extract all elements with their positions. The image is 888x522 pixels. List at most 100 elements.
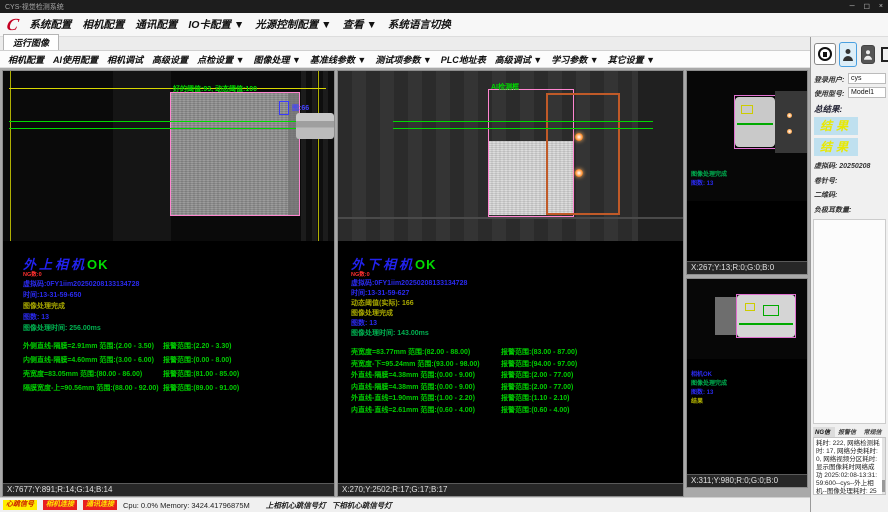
camera-panel-thumb-bottom: 相机OK 图像处理完成 图数: 13 结果 X:311;Y:980;R:0;G:… [686, 278, 808, 488]
exit-button[interactable] [878, 43, 888, 66]
tool-image-processing[interactable]: 图像处理 ▼ [253, 53, 300, 66]
menu-camera-config[interactable]: 相机配置 [82, 17, 124, 32]
tab-strip: 运行图像 [0, 37, 810, 51]
titlebar: CYS-视觉检测系统 ─ ☐ × [0, 0, 888, 13]
camera-image-lower-outer[interactable]: AI检测框 [338, 71, 683, 241]
baseline-green [393, 128, 653, 129]
process-done-line: 图像处理完成 [351, 309, 676, 319]
measurement-value: 隔膜宽度-上=90.56mm 范围:(88.00 - 92.00) [23, 383, 163, 397]
close-icon[interactable]: × [879, 3, 883, 11]
camera-result: OK [87, 257, 109, 272]
gap-marker-box [279, 101, 289, 115]
measurement-value: 外直线-隔膜=4.38mm 范围:(0.00 - 9.00) [351, 370, 501, 382]
measurement-row: 外侧直线-隔膜=2.91mm 范围:(2.00 - 3.50)报警范围:(2.2… [23, 341, 328, 355]
measurement-row: 外直线-直线=1.90mm 范围:(1.00 - 2.20)报警范围:(1.10… [351, 393, 676, 405]
camera-name: 外上相机 [23, 257, 87, 272]
detect-box-orange [546, 93, 620, 215]
exit-door-icon [881, 47, 888, 62]
tool-baseline-params[interactable]: 基准线参数 ▼ [310, 53, 366, 66]
measurement-alarm: 报警范围:(1.10 - 2.10) [501, 393, 569, 405]
window-title: CYS-视觉检测系统 [5, 2, 64, 12]
roi-box-yellow [745, 303, 755, 311]
log-scrollbar-thumb[interactable] [882, 480, 885, 492]
pixel-coords-readout: X:311;Y:980;R:0;G:0;B:0 [687, 474, 807, 487]
camera-connect-badge: 相机连接 [43, 500, 77, 510]
login-user-field[interactable]: cys [848, 73, 886, 84]
thumb-line: 图像处理完成 [691, 380, 727, 389]
time-line: 时间:13-31-59-650 [23, 290, 328, 301]
gap-marker-label: 图:66 [292, 103, 309, 113]
time-line: 时间:13-31-59-627 [351, 289, 676, 299]
heartbeat-badge: 心跳信号 [3, 500, 37, 510]
app-logo-icon: C [5, 16, 20, 33]
upper-camera-heartbeat-lamp: 上相机心跳信号灯 [266, 500, 326, 511]
camera-panel-upper-outer: 好的阈值:93, 动态阈值:100 图:66 外上相机OK NG数:0 虚拟码:… [2, 70, 335, 497]
ng-note: NG数:0 [351, 272, 676, 279]
tool-ai-use-config[interactable]: AI使用配置 [53, 53, 98, 66]
measurement-value: 内直线-直线=2.61mm 范围:(0.60 - 4.00) [351, 405, 501, 417]
menu-language-switch[interactable]: 系统语言切换 [388, 17, 451, 32]
measurement-alarm: 报警范围:(94.00 - 97.00) [501, 359, 577, 371]
barcode-line: 虚拟码:0FY1iim20250208133134728 [351, 279, 676, 289]
menu-light-config[interactable]: 光源控制配置 ▼ [255, 17, 331, 32]
tool-learning-params[interactable]: 学习参数 ▼ [551, 53, 598, 66]
pause-icon [818, 47, 832, 61]
measurement-alarm: 报警范围:(81.00 - 85.00) [163, 369, 239, 383]
user-icon [843, 49, 853, 61]
tool-advanced-settings[interactable]: 高级设置 [152, 53, 188, 66]
maximize-icon[interactable]: ☐ [864, 3, 870, 11]
camera-title: 外下相机OK [351, 257, 676, 272]
menu-view[interactable]: 查看 ▼ [343, 17, 377, 32]
tool-other-settings[interactable]: 其它设置 ▼ [608, 53, 655, 66]
roi-line-yellow [318, 71, 319, 241]
highlight-dot [575, 169, 583, 177]
winding-pin-label: 卷针号: [814, 176, 837, 186]
tab-run-image[interactable]: 运行图像 [3, 34, 59, 50]
measurement-value: 外侧直线-隔膜=2.91mm 范围:(2.00 - 3.50) [23, 341, 163, 355]
camera-name: 外下相机 [351, 257, 415, 272]
pause-button[interactable] [814, 43, 836, 65]
thumb-line: 结果 [691, 398, 727, 407]
baseline-green [739, 323, 793, 325]
user-mode-button[interactable] [839, 42, 857, 67]
measurement-row: 壳宽度=83.05mm 范围:(80.00 - 86.00)报警范围:(81.0… [23, 369, 328, 383]
tool-camera-debug[interactable]: 相机调试 [107, 53, 143, 66]
menu-io-config[interactable]: IO卡配置 ▼ [188, 17, 244, 32]
menubar: C 系统配置 相机配置 通讯配置 IO卡配置 ▼ 光源控制配置 ▼ 查看 ▼ 系… [0, 13, 888, 37]
cpu-memory-readout: Cpu: 0.0% Memory: 3424.41796875M [123, 501, 250, 510]
result-box-1: 结果 [814, 117, 858, 135]
log-output[interactable]: 耗时: 222, 网络检测耗时: 17, 网络分类耗时: 0, 网络视频分区耗时… [813, 437, 886, 495]
roi-line-yellow [10, 71, 11, 241]
machine-edge [338, 217, 683, 219]
model-field[interactable]: Model1 [848, 87, 886, 98]
menu-comm-config[interactable]: 通讯配置 [135, 17, 177, 32]
login-user-label: 登录用户: [814, 75, 844, 85]
tool-spot-check[interactable]: 点检设置 ▼ [197, 53, 244, 66]
tool-camera-config[interactable]: 相机配置 [8, 53, 44, 66]
threshold-line: 动态阈值(实际): 166 [351, 299, 676, 309]
tool-test-params[interactable]: 测试项参数 ▼ [375, 53, 431, 66]
barcode-line: 虚拟码:0FY1iim20250208133134728 [23, 279, 328, 290]
measurement-row: 壳宽度-下=95.24mm 范围:(93.00 - 98.00)报警范围:(94… [351, 359, 676, 371]
minimize-icon[interactable]: ─ [850, 3, 855, 11]
threshold-overlay-text: 好的阈值:93, 动态阈值:100 [173, 84, 257, 94]
measurement-alarm: 报警范围:(0.60 - 4.00) [501, 405, 569, 417]
operator-mode-button[interactable] [861, 45, 875, 64]
camera-image-thumb-bottom[interactable] [687, 279, 807, 359]
comm-connect-badge: 通讯连接 [83, 500, 117, 510]
process-time-line: 图像处理时间: 143.00ms [351, 329, 676, 339]
virtual-code-label: 虚拟码: 20250208 [814, 161, 870, 171]
main-area: 好的阈值:93, 动态阈值:100 图:66 外上相机OK NG数:0 虚拟码:… [0, 68, 810, 497]
measurement-row: 隔膜宽度-上=90.56mm 范围:(88.00 - 92.00)报警范围:(8… [23, 383, 328, 397]
log-scrollbar[interactable] [882, 438, 885, 494]
process-time-line: 图像处理时间: 256.00ms [23, 323, 328, 334]
baseline-green [737, 123, 773, 125]
tool-advanced-debug[interactable]: 高级调试 ▼ [495, 53, 542, 66]
result-list-box[interactable] [813, 219, 886, 424]
result-box-2: 结果 [814, 138, 858, 156]
menu-system-config[interactable]: 系统配置 [29, 17, 71, 32]
product-thumb [715, 295, 795, 337]
camera-image-upper-outer[interactable]: 好的阈值:93, 动态阈值:100 图:66 [3, 71, 334, 241]
pixel-coords-readout: X:270;Y:2502;R:17;G:17;B:17 [338, 483, 683, 496]
tool-plc-address[interactable]: PLC地址表 [441, 53, 486, 66]
